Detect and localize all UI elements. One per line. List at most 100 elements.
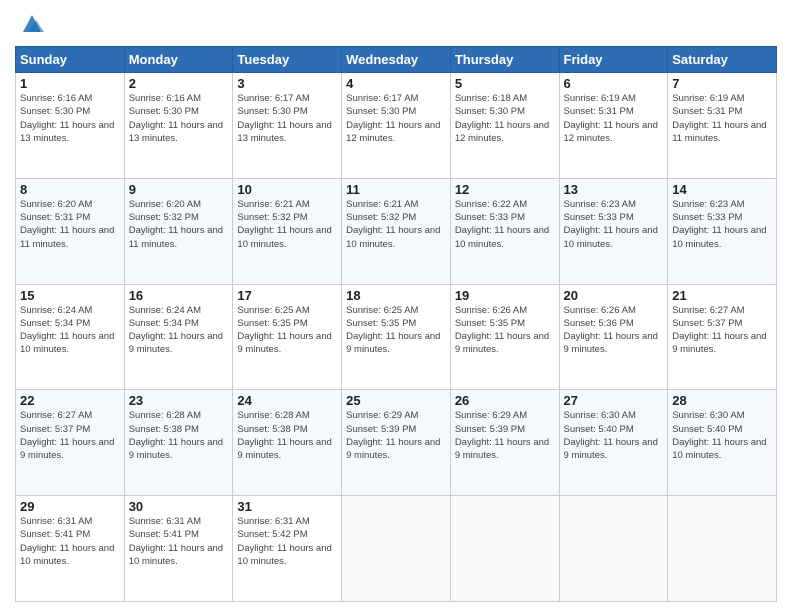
day-cell-17: 17Sunrise: 6:25 AMSunset: 5:35 PMDayligh…	[233, 284, 342, 390]
day-info: Sunrise: 6:24 AMSunset: 5:34 PMDaylight:…	[129, 304, 229, 357]
day-number: 16	[129, 288, 229, 303]
day-info: Sunrise: 6:29 AMSunset: 5:39 PMDaylight:…	[346, 409, 446, 462]
day-number: 31	[237, 499, 337, 514]
day-cell-27: 27Sunrise: 6:30 AMSunset: 5:40 PMDayligh…	[559, 390, 668, 496]
day-cell-2: 2Sunrise: 6:16 AMSunset: 5:30 PMDaylight…	[124, 73, 233, 179]
col-header-monday: Monday	[124, 47, 233, 73]
day-cell-25: 25Sunrise: 6:29 AMSunset: 5:39 PMDayligh…	[342, 390, 451, 496]
day-number: 5	[455, 76, 555, 91]
day-info: Sunrise: 6:28 AMSunset: 5:38 PMDaylight:…	[237, 409, 337, 462]
day-number: 3	[237, 76, 337, 91]
empty-cell	[342, 496, 451, 602]
day-number: 28	[672, 393, 772, 408]
day-cell-30: 30Sunrise: 6:31 AMSunset: 5:41 PMDayligh…	[124, 496, 233, 602]
day-number: 23	[129, 393, 229, 408]
day-cell-26: 26Sunrise: 6:29 AMSunset: 5:39 PMDayligh…	[450, 390, 559, 496]
day-cell-18: 18Sunrise: 6:25 AMSunset: 5:35 PMDayligh…	[342, 284, 451, 390]
day-cell-31: 31Sunrise: 6:31 AMSunset: 5:42 PMDayligh…	[233, 496, 342, 602]
day-number: 10	[237, 182, 337, 197]
day-info: Sunrise: 6:28 AMSunset: 5:38 PMDaylight:…	[129, 409, 229, 462]
day-cell-24: 24Sunrise: 6:28 AMSunset: 5:38 PMDayligh…	[233, 390, 342, 496]
day-cell-9: 9Sunrise: 6:20 AMSunset: 5:32 PMDaylight…	[124, 178, 233, 284]
day-number: 15	[20, 288, 120, 303]
day-cell-19: 19Sunrise: 6:26 AMSunset: 5:35 PMDayligh…	[450, 284, 559, 390]
week-row-1: 1Sunrise: 6:16 AMSunset: 5:30 PMDaylight…	[16, 73, 777, 179]
day-number: 6	[564, 76, 664, 91]
day-info: Sunrise: 6:31 AMSunset: 5:42 PMDaylight:…	[237, 515, 337, 568]
empty-cell	[450, 496, 559, 602]
col-header-sunday: Sunday	[16, 47, 125, 73]
day-cell-22: 22Sunrise: 6:27 AMSunset: 5:37 PMDayligh…	[16, 390, 125, 496]
day-number: 19	[455, 288, 555, 303]
week-row-2: 8Sunrise: 6:20 AMSunset: 5:31 PMDaylight…	[16, 178, 777, 284]
day-number: 1	[20, 76, 120, 91]
day-info: Sunrise: 6:16 AMSunset: 5:30 PMDaylight:…	[129, 92, 229, 145]
day-number: 13	[564, 182, 664, 197]
day-cell-20: 20Sunrise: 6:26 AMSunset: 5:36 PMDayligh…	[559, 284, 668, 390]
day-info: Sunrise: 6:23 AMSunset: 5:33 PMDaylight:…	[672, 198, 772, 251]
day-info: Sunrise: 6:26 AMSunset: 5:36 PMDaylight:…	[564, 304, 664, 357]
col-header-saturday: Saturday	[668, 47, 777, 73]
day-number: 4	[346, 76, 446, 91]
day-info: Sunrise: 6:25 AMSunset: 5:35 PMDaylight:…	[237, 304, 337, 357]
day-info: Sunrise: 6:24 AMSunset: 5:34 PMDaylight:…	[20, 304, 120, 357]
day-cell-3: 3Sunrise: 6:17 AMSunset: 5:30 PMDaylight…	[233, 73, 342, 179]
day-info: Sunrise: 6:31 AMSunset: 5:41 PMDaylight:…	[20, 515, 120, 568]
day-number: 17	[237, 288, 337, 303]
day-cell-10: 10Sunrise: 6:21 AMSunset: 5:32 PMDayligh…	[233, 178, 342, 284]
day-info: Sunrise: 6:21 AMSunset: 5:32 PMDaylight:…	[237, 198, 337, 251]
day-number: 7	[672, 76, 772, 91]
day-info: Sunrise: 6:20 AMSunset: 5:31 PMDaylight:…	[20, 198, 120, 251]
day-cell-6: 6Sunrise: 6:19 AMSunset: 5:31 PMDaylight…	[559, 73, 668, 179]
day-number: 29	[20, 499, 120, 514]
day-cell-1: 1Sunrise: 6:16 AMSunset: 5:30 PMDaylight…	[16, 73, 125, 179]
day-info: Sunrise: 6:30 AMSunset: 5:40 PMDaylight:…	[564, 409, 664, 462]
header	[15, 10, 777, 38]
day-cell-12: 12Sunrise: 6:22 AMSunset: 5:33 PMDayligh…	[450, 178, 559, 284]
logo-icon	[18, 10, 46, 38]
empty-cell	[559, 496, 668, 602]
day-number: 21	[672, 288, 772, 303]
day-info: Sunrise: 6:20 AMSunset: 5:32 PMDaylight:…	[129, 198, 229, 251]
week-row-5: 29Sunrise: 6:31 AMSunset: 5:41 PMDayligh…	[16, 496, 777, 602]
day-number: 9	[129, 182, 229, 197]
day-info: Sunrise: 6:23 AMSunset: 5:33 PMDaylight:…	[564, 198, 664, 251]
day-info: Sunrise: 6:21 AMSunset: 5:32 PMDaylight:…	[346, 198, 446, 251]
day-number: 30	[129, 499, 229, 514]
day-number: 20	[564, 288, 664, 303]
day-info: Sunrise: 6:22 AMSunset: 5:33 PMDaylight:…	[455, 198, 555, 251]
day-cell-28: 28Sunrise: 6:30 AMSunset: 5:40 PMDayligh…	[668, 390, 777, 496]
logo	[15, 10, 46, 38]
day-cell-8: 8Sunrise: 6:20 AMSunset: 5:31 PMDaylight…	[16, 178, 125, 284]
day-cell-14: 14Sunrise: 6:23 AMSunset: 5:33 PMDayligh…	[668, 178, 777, 284]
day-cell-15: 15Sunrise: 6:24 AMSunset: 5:34 PMDayligh…	[16, 284, 125, 390]
day-info: Sunrise: 6:18 AMSunset: 5:30 PMDaylight:…	[455, 92, 555, 145]
day-number: 8	[20, 182, 120, 197]
col-header-tuesday: Tuesday	[233, 47, 342, 73]
day-info: Sunrise: 6:16 AMSunset: 5:30 PMDaylight:…	[20, 92, 120, 145]
day-number: 14	[672, 182, 772, 197]
day-info: Sunrise: 6:29 AMSunset: 5:39 PMDaylight:…	[455, 409, 555, 462]
day-cell-7: 7Sunrise: 6:19 AMSunset: 5:31 PMDaylight…	[668, 73, 777, 179]
day-number: 24	[237, 393, 337, 408]
day-cell-29: 29Sunrise: 6:31 AMSunset: 5:41 PMDayligh…	[16, 496, 125, 602]
day-number: 22	[20, 393, 120, 408]
day-info: Sunrise: 6:27 AMSunset: 5:37 PMDaylight:…	[672, 304, 772, 357]
empty-cell	[668, 496, 777, 602]
day-number: 18	[346, 288, 446, 303]
day-info: Sunrise: 6:30 AMSunset: 5:40 PMDaylight:…	[672, 409, 772, 462]
col-header-thursday: Thursday	[450, 47, 559, 73]
day-info: Sunrise: 6:17 AMSunset: 5:30 PMDaylight:…	[237, 92, 337, 145]
week-row-4: 22Sunrise: 6:27 AMSunset: 5:37 PMDayligh…	[16, 390, 777, 496]
page: SundayMondayTuesdayWednesdayThursdayFrid…	[0, 0, 792, 612]
day-number: 27	[564, 393, 664, 408]
day-info: Sunrise: 6:26 AMSunset: 5:35 PMDaylight:…	[455, 304, 555, 357]
day-cell-4: 4Sunrise: 6:17 AMSunset: 5:30 PMDaylight…	[342, 73, 451, 179]
day-cell-21: 21Sunrise: 6:27 AMSunset: 5:37 PMDayligh…	[668, 284, 777, 390]
day-info: Sunrise: 6:31 AMSunset: 5:41 PMDaylight:…	[129, 515, 229, 568]
day-cell-5: 5Sunrise: 6:18 AMSunset: 5:30 PMDaylight…	[450, 73, 559, 179]
day-info: Sunrise: 6:19 AMSunset: 5:31 PMDaylight:…	[672, 92, 772, 145]
col-header-wednesday: Wednesday	[342, 47, 451, 73]
day-info: Sunrise: 6:25 AMSunset: 5:35 PMDaylight:…	[346, 304, 446, 357]
week-row-3: 15Sunrise: 6:24 AMSunset: 5:34 PMDayligh…	[16, 284, 777, 390]
